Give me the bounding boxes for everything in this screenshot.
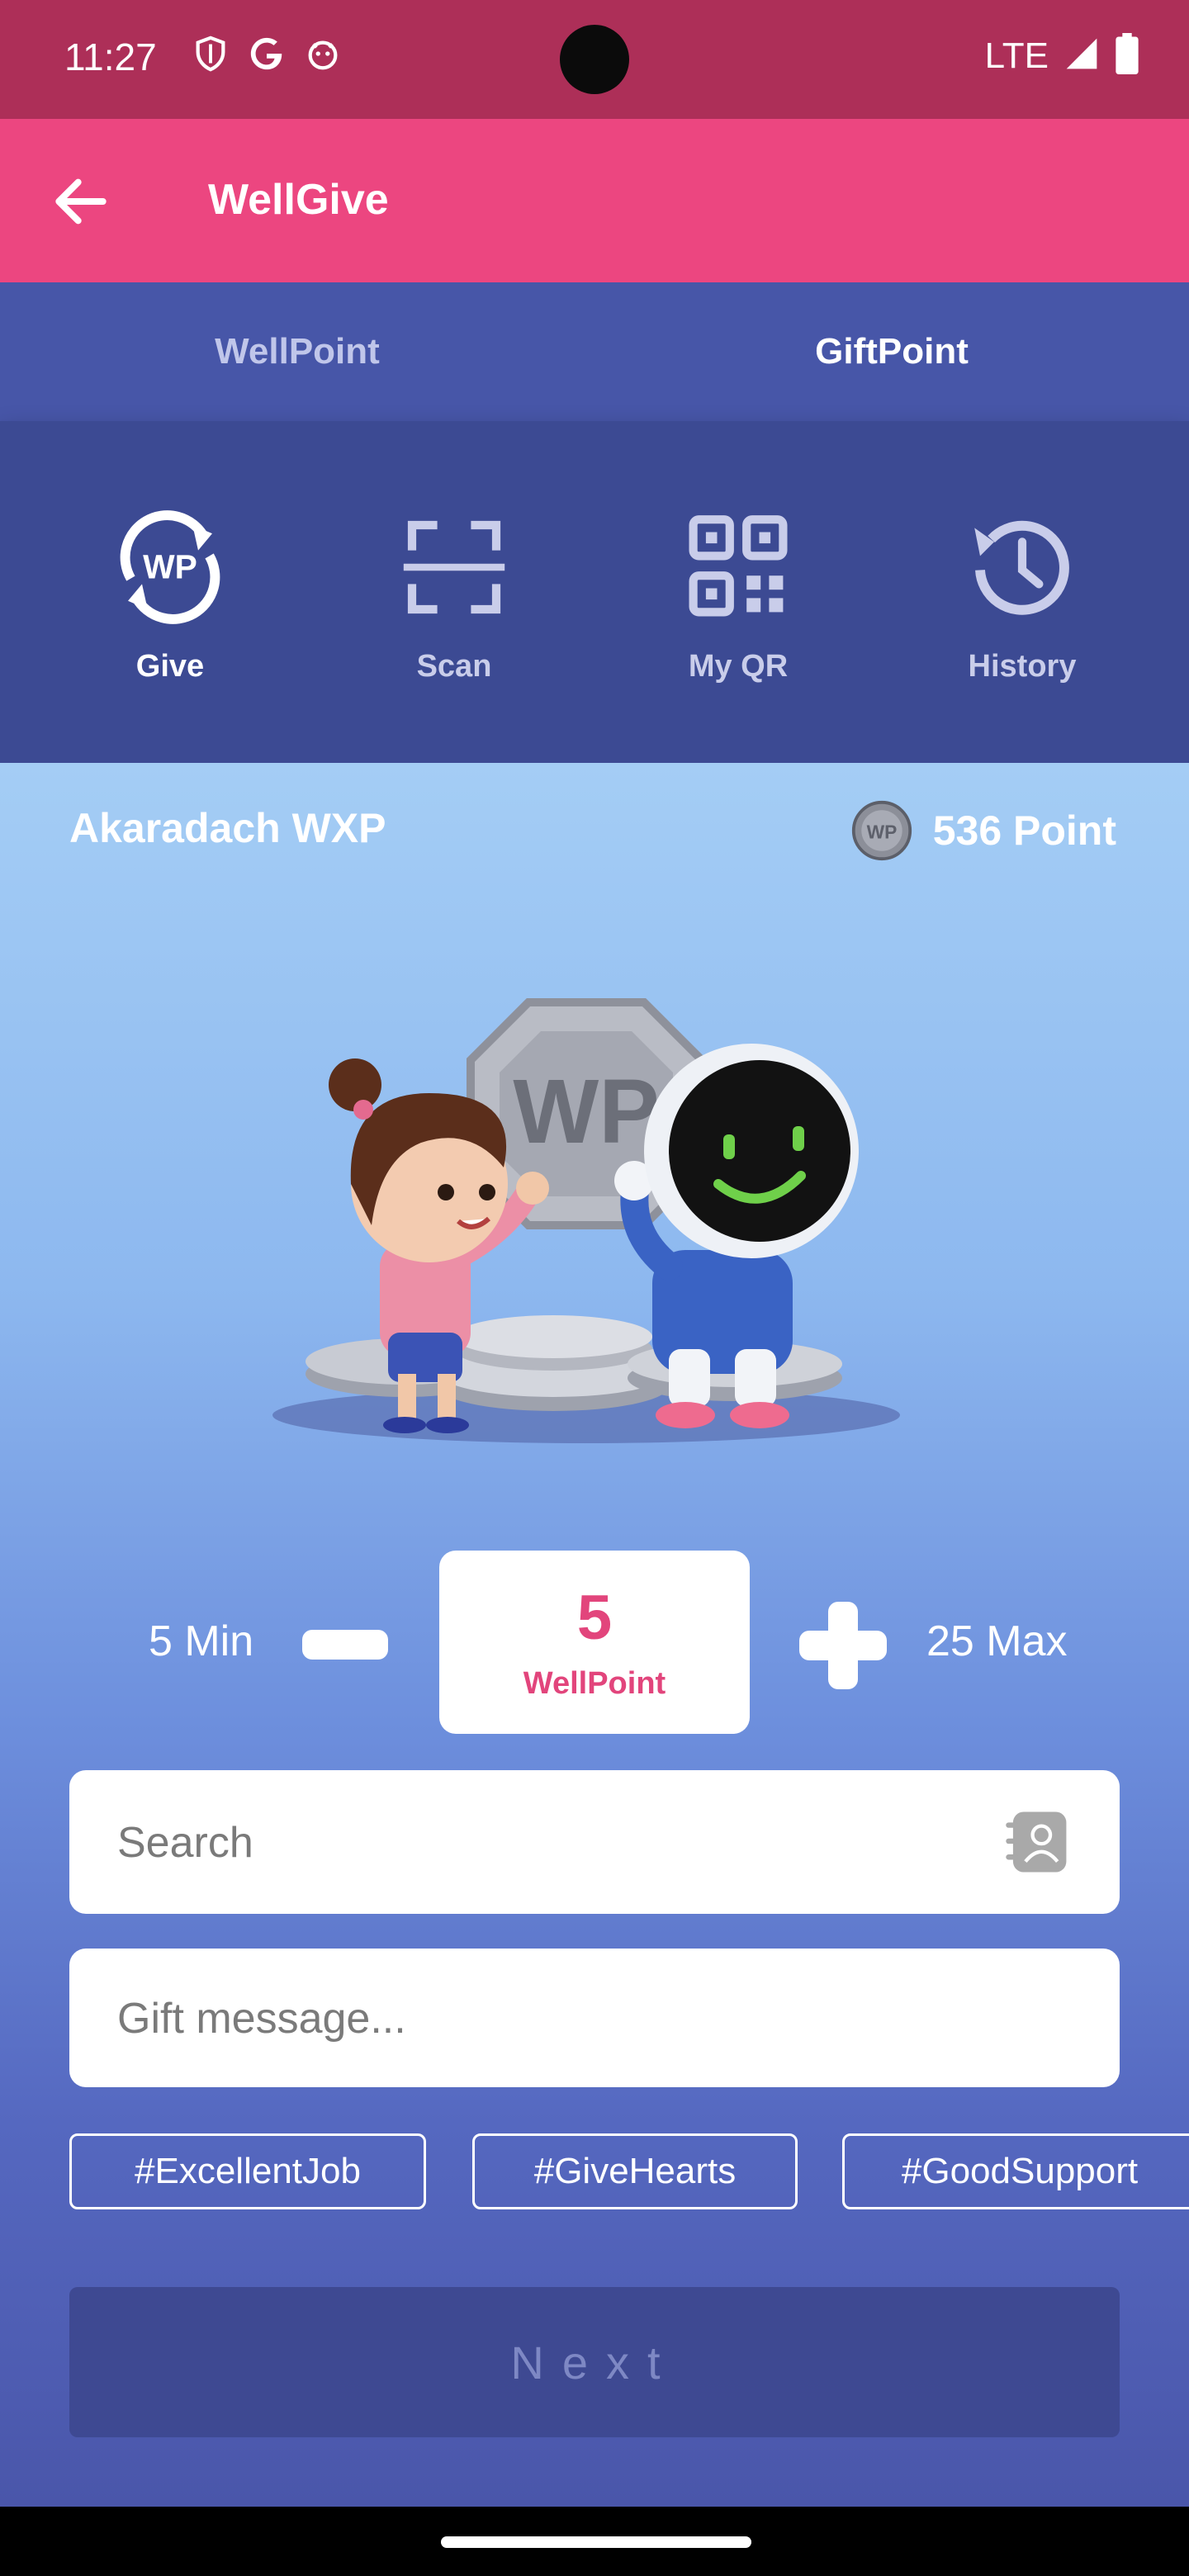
coin-text: WP: [866, 822, 897, 843]
scan-label: Scan: [416, 649, 492, 684]
system-nav-bar: [0, 2507, 1189, 2576]
status-icons: [192, 35, 342, 73]
notification-face-icon: [304, 35, 342, 73]
svg-text:WP: WP: [143, 548, 197, 586]
tab-wellpoint[interactable]: WellPoint: [0, 282, 594, 421]
tag-good-support[interactable]: #GoodSupport: [842, 2133, 1189, 2209]
status-time: 11:27: [64, 36, 157, 78]
camera-cutout: [560, 25, 629, 94]
search-input[interactable]: [116, 1770, 1011, 1915]
shield-icon: [192, 35, 230, 73]
points-value-card: 5 WellPoint: [439, 1551, 750, 1734]
contacts-icon[interactable]: [1002, 1807, 1073, 1878]
max-label: 25 Max: [926, 1617, 1068, 1665]
points-amount: 5: [576, 1583, 613, 1653]
points-stepper: 5 Min 5 WellPoint 25 Max: [0, 1551, 1189, 1735]
tab-giftpoint[interactable]: GiftPoint: [594, 282, 1189, 421]
search-box: [69, 1770, 1120, 1915]
big-coin-text: WP: [513, 1061, 659, 1163]
google-icon: [248, 35, 286, 73]
next-button[interactable]: Next: [69, 2287, 1120, 2437]
action-row: WP Give Scan My QR History: [0, 421, 1189, 763]
gift-message-box: [69, 1949, 1120, 2089]
give-label: Give: [135, 649, 205, 684]
wp-coins-characters-illustration: WP: [256, 986, 917, 1448]
gift-message-input[interactable]: [116, 1949, 1077, 2089]
my-qr-action[interactable]: My QR: [639, 497, 837, 684]
user-name: Akaradach WXP: [69, 805, 386, 851]
decrement-button[interactable]: [302, 1630, 388, 1660]
page-title: WellGive: [208, 176, 389, 224]
tag-excellent-job[interactable]: #ExcellentJob: [69, 2133, 426, 2209]
plus-icon: [799, 1602, 887, 1689]
wp-coin-icon: WP: [850, 799, 913, 862]
increment-button[interactable]: [799, 1602, 887, 1689]
points-unit: WellPoint: [523, 1666, 666, 1701]
history-label: History: [968, 649, 1077, 684]
my-qr-label: My QR: [688, 649, 789, 684]
qr-code-icon: [668, 497, 808, 637]
history-icon: [952, 497, 1092, 637]
tag-give-hearts[interactable]: #GiveHearts: [472, 2133, 798, 2209]
scan-icon: [384, 497, 524, 637]
give-panel: Akaradach WXP WP 536 Point WP 5 Min 5 We…: [0, 763, 1189, 2507]
status-right: LTE: [985, 33, 1139, 78]
points-value: 536 Point: [932, 807, 1116, 854]
min-label: 5 Min: [149, 1617, 254, 1665]
network-type: LTE: [984, 35, 1049, 76]
battery-icon: [1115, 33, 1139, 78]
arrow-left-icon: [55, 178, 107, 225]
back-button[interactable]: [48, 168, 114, 234]
home-handle[interactable]: [441, 2536, 751, 2548]
points-balance: WP 536 Point: [850, 799, 1116, 862]
wp-give-icon: WP: [100, 497, 240, 637]
scan-action[interactable]: Scan: [355, 497, 553, 684]
app-bar: WellGive: [0, 119, 1189, 282]
history-action[interactable]: History: [923, 497, 1121, 684]
tab-bar: WellPoint GiftPoint: [0, 282, 1189, 421]
give-action[interactable]: WP Give: [71, 497, 269, 684]
status-bar: 11:27 LTE: [0, 0, 1189, 119]
hashtag-row: #ExcellentJob #GiveHearts #GoodSupport: [69, 2133, 1189, 2216]
signal-icon: [1063, 36, 1100, 76]
